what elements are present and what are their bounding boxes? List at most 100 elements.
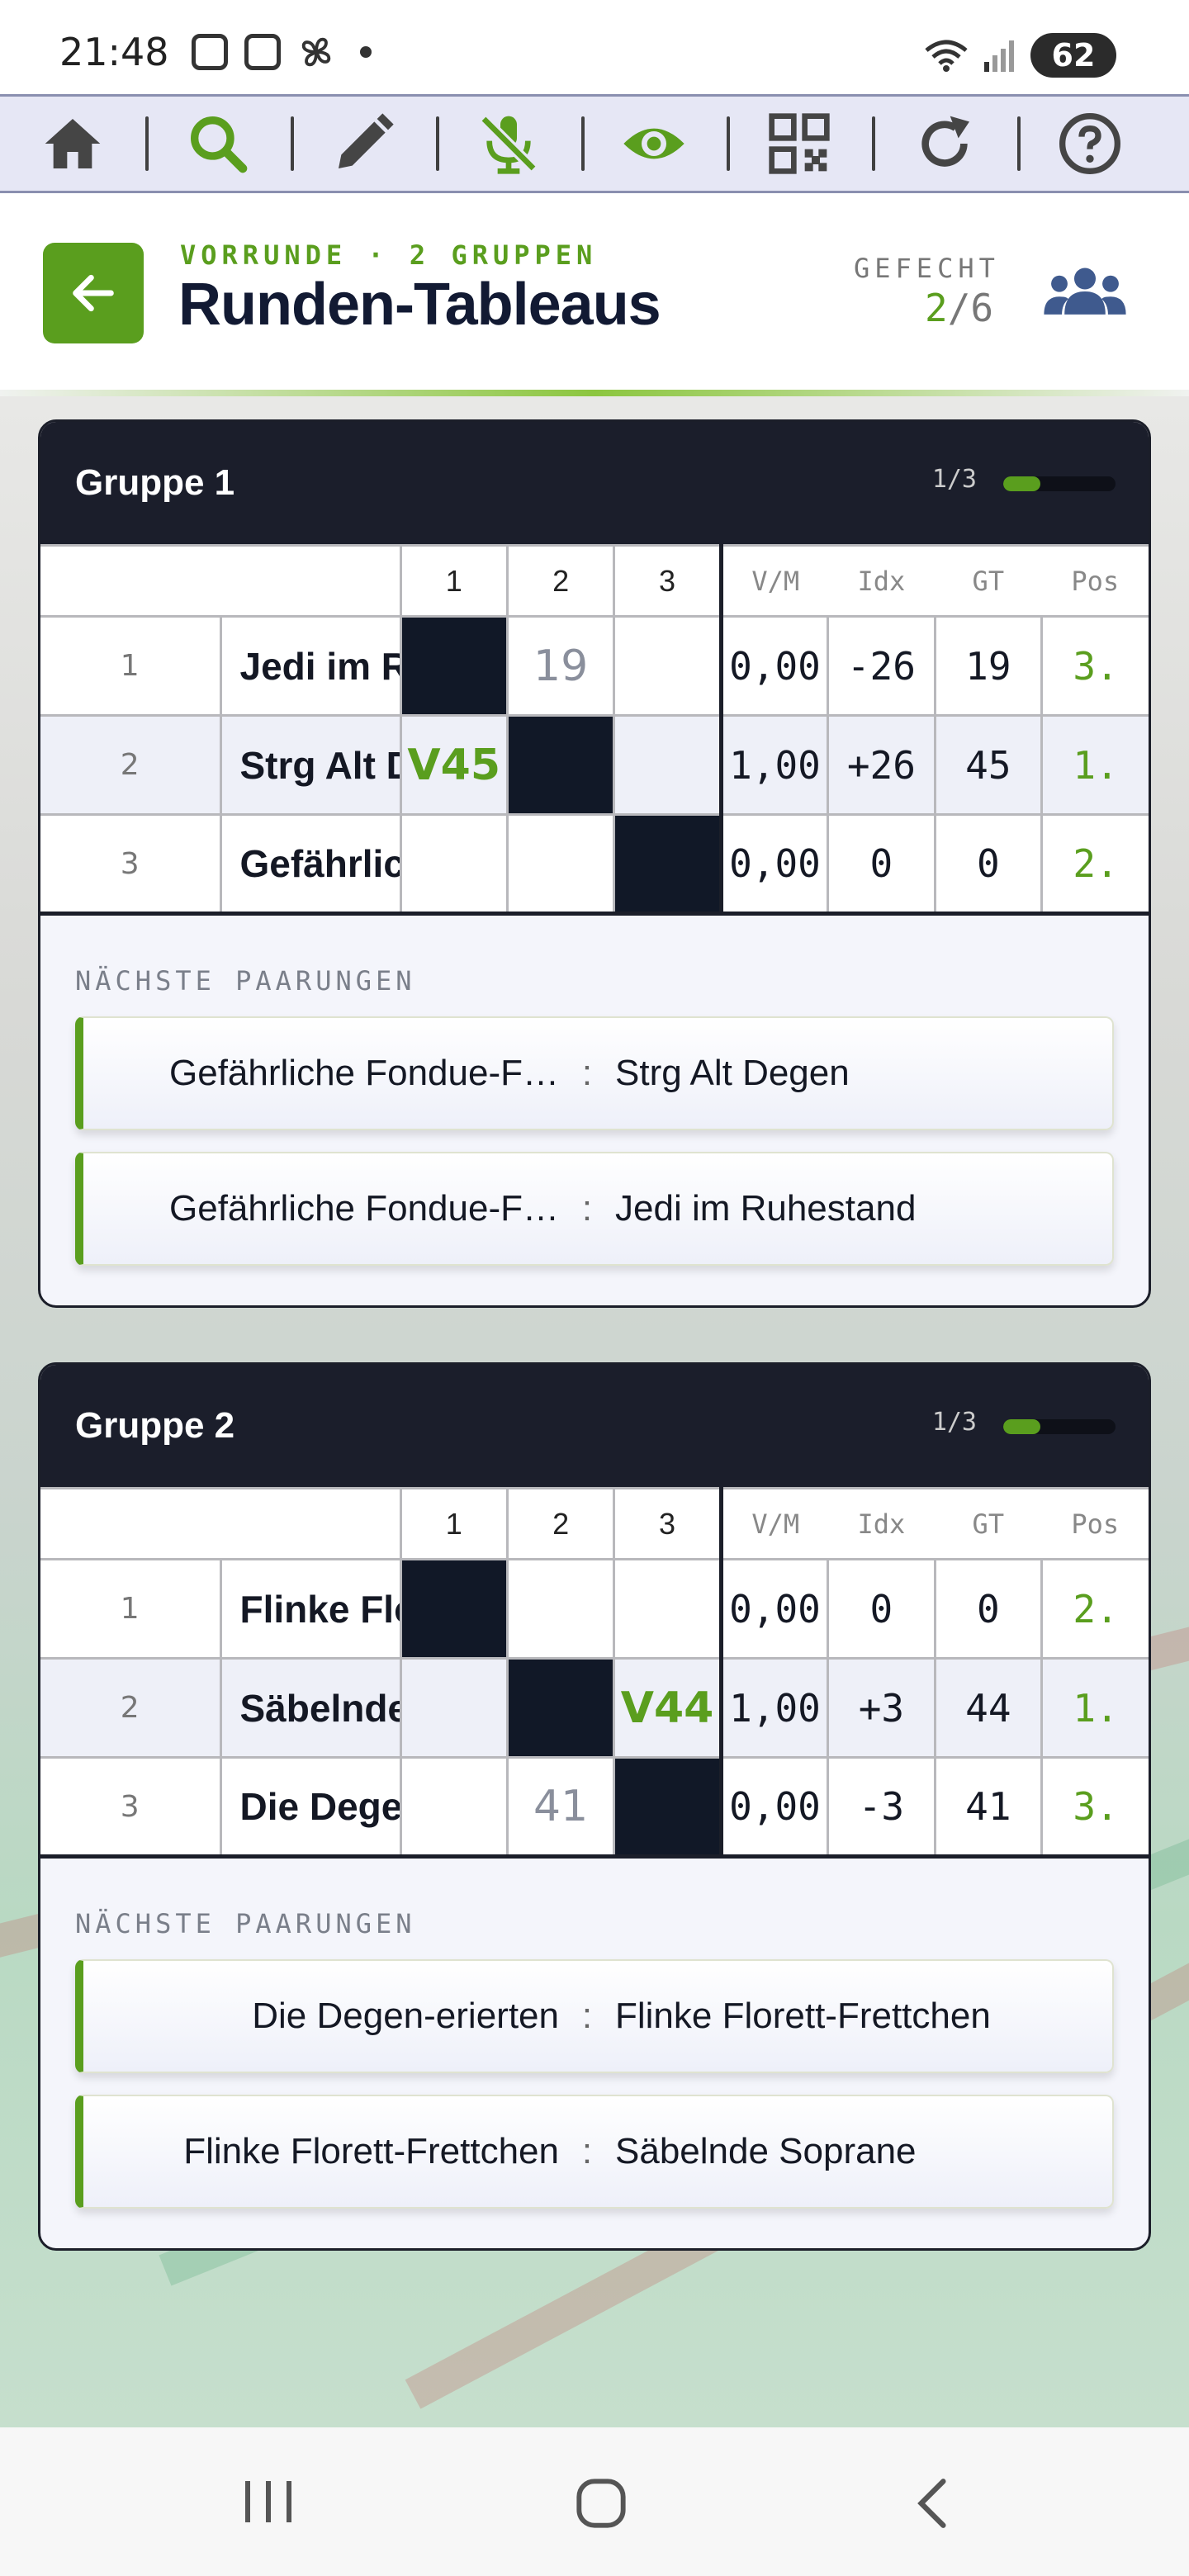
- instagram-icon: [244, 34, 281, 70]
- dot-icon: [360, 46, 372, 58]
- refresh-button[interactable]: [872, 97, 1017, 191]
- mic-off-icon: [480, 115, 538, 174]
- home-button[interactable]: [0, 97, 145, 191]
- qr-code-icon: [769, 113, 830, 174]
- search-button[interactable]: [145, 97, 291, 191]
- mic-off-button[interactable]: [436, 97, 581, 191]
- fencer-name[interactable]: Säbelnde …: [219, 1657, 402, 1759]
- group-progress-fill: [1003, 476, 1040, 491]
- pool-table: 1 2 3 V/M Idx GT Pos 1 Jedi im R… 19 0,0…: [40, 544, 1149, 916]
- table-row: 2 Strg Alt D… V45 1,00 +26 45 1.: [40, 714, 1149, 816]
- help-button[interactable]: [1017, 97, 1163, 191]
- pairing-fencer-b: Flinke Florett-Frettchen: [615, 1996, 991, 2036]
- bout-cell[interactable]: [613, 714, 723, 816]
- stat-ind: +26: [827, 714, 936, 816]
- gefecht-total: /6: [947, 286, 994, 330]
- bout-cell[interactable]: V45: [399, 714, 509, 816]
- pairing-separator: :: [581, 2131, 593, 2171]
- stat-header: Pos: [1041, 544, 1149, 618]
- bout-cell: [613, 813, 723, 916]
- bout-cell[interactable]: [505, 813, 616, 916]
- pool-header-blank: [40, 544, 402, 618]
- search-icon: [190, 116, 248, 173]
- pairing-fencer-a: Flinke Florett-Frettchen: [183, 2131, 559, 2171]
- fencer-name[interactable]: Die Degen…: [219, 1756, 402, 1859]
- wifi-icon: [925, 40, 968, 72]
- next-pairings: NÄCHSTE PAARUNGEN Gefährliche Fondue-F… …: [40, 916, 1149, 1305]
- pairing-fencer-b: Säbelnde Soprane: [615, 2131, 917, 2171]
- stat-vm: 0,00: [718, 1756, 830, 1859]
- bout-cell[interactable]: [399, 1657, 509, 1759]
- stat-vm: 0,00: [718, 813, 830, 916]
- stat-gt: 0: [933, 1558, 1044, 1660]
- fencer-name[interactable]: Jedi im R…: [219, 615, 402, 717]
- bout-cell[interactable]: [613, 1558, 723, 1660]
- page-subtitle: VORRUNDE · 2 GRUPPEN: [180, 239, 598, 271]
- stat-ind: -26: [827, 615, 936, 717]
- toolbar: [0, 94, 1189, 193]
- battery-level: 62: [1051, 37, 1096, 73]
- stat-pos: 3.: [1040, 615, 1149, 717]
- group-progress-bar: [1003, 1419, 1116, 1434]
- page-header: VORRUNDE · 2 GRUPPEN Runden-Tableaus GEF…: [0, 193, 1189, 396]
- group-progress-fill: [1003, 1419, 1040, 1434]
- stat-pos: 1.: [1040, 714, 1149, 816]
- stat-ind: -3: [827, 1756, 936, 1859]
- pairing-item[interactable]: Die Degen-erierten : Flinke Florett-Fret…: [75, 1959, 1114, 2073]
- stat-pos: 2.: [1040, 813, 1149, 916]
- bout-cell: [505, 1657, 616, 1759]
- stat-header: Pos: [1041, 1487, 1149, 1560]
- pairing-item[interactable]: Gefährliche Fondue-F… : Jedi im Ruhestan…: [75, 1152, 1114, 1266]
- pairing-fencer-a: Die Degen-erierten: [252, 1996, 559, 2036]
- page-title: Runden-Tableaus: [178, 272, 661, 338]
- bout-cell[interactable]: 41: [505, 1756, 616, 1859]
- bout-cell[interactable]: V44: [613, 1657, 723, 1759]
- recent-apps-icon[interactable]: [239, 2477, 297, 2526]
- screenshot-icon: [192, 34, 228, 70]
- edit-button[interactable]: [291, 97, 436, 191]
- participants-icon[interactable]: [1044, 266, 1126, 317]
- pool-header-row: 1 2 3 V/M Idx GT Pos: [40, 1487, 1149, 1560]
- view-button[interactable]: [581, 97, 727, 191]
- status-system-icons: 62: [925, 33, 1116, 78]
- bout-cell[interactable]: [399, 813, 509, 916]
- home-icon: [45, 119, 101, 168]
- pairing-fencer-a: Gefährliche Fondue-F…: [169, 1188, 559, 1229]
- fencer-name[interactable]: Gefährlich…: [219, 813, 402, 916]
- battery-icon: 62: [1030, 33, 1116, 78]
- fan-icon: [301, 37, 331, 67]
- pairing-item[interactable]: Gefährliche Fondue-F… : Strg Alt Degen: [75, 1016, 1114, 1130]
- pairing-fencer-b: Jedi im Ruhestand: [615, 1188, 917, 1229]
- signal-icon: [984, 40, 1014, 72]
- refresh-icon: [921, 116, 969, 167]
- back-icon[interactable]: [912, 2477, 953, 2530]
- group-header: Gruppe 2 1/3: [40, 1365, 1149, 1487]
- stat-header: GT: [935, 544, 1042, 618]
- pool-header-blank: [40, 1487, 402, 1560]
- pairing-item[interactable]: Flinke Florett-Frettchen : Säbelnde Sopr…: [75, 2095, 1114, 2209]
- bout-cell[interactable]: [505, 1558, 616, 1660]
- bout-cell[interactable]: 19: [505, 615, 616, 717]
- stat-gt: 41: [933, 1756, 1044, 1859]
- system-nav-bar: [0, 2427, 1189, 2576]
- pairing-separator: :: [581, 1053, 593, 1093]
- pencil-icon: [339, 113, 394, 168]
- fencer-name[interactable]: Strg Alt D…: [219, 714, 402, 816]
- fencer-name[interactable]: Flinke Flo…: [219, 1558, 402, 1660]
- bout-cell[interactable]: [613, 615, 723, 717]
- row-index: 1: [40, 1558, 222, 1660]
- status-notification-icons: [192, 33, 372, 71]
- col-header: 2: [505, 1487, 616, 1560]
- table-row: 3 Die Degen… 41 0,00 -3 41 3.: [40, 1756, 1149, 1859]
- next-pairings: NÄCHSTE PAARUNGEN Die Degen-erierten : F…: [40, 1859, 1149, 2248]
- col-header: 3: [613, 544, 723, 618]
- row-index: 3: [40, 1756, 222, 1859]
- home-circle-icon[interactable]: [575, 2477, 628, 2530]
- bout-cell[interactable]: [399, 1756, 509, 1859]
- stat-header: V/M: [718, 1487, 828, 1560]
- qr-button[interactable]: [727, 97, 872, 191]
- bout-cell: [613, 1756, 723, 1859]
- stat-header: Idx: [827, 544, 936, 618]
- back-button[interactable]: [43, 243, 144, 343]
- pairing-separator: :: [581, 1996, 593, 2036]
